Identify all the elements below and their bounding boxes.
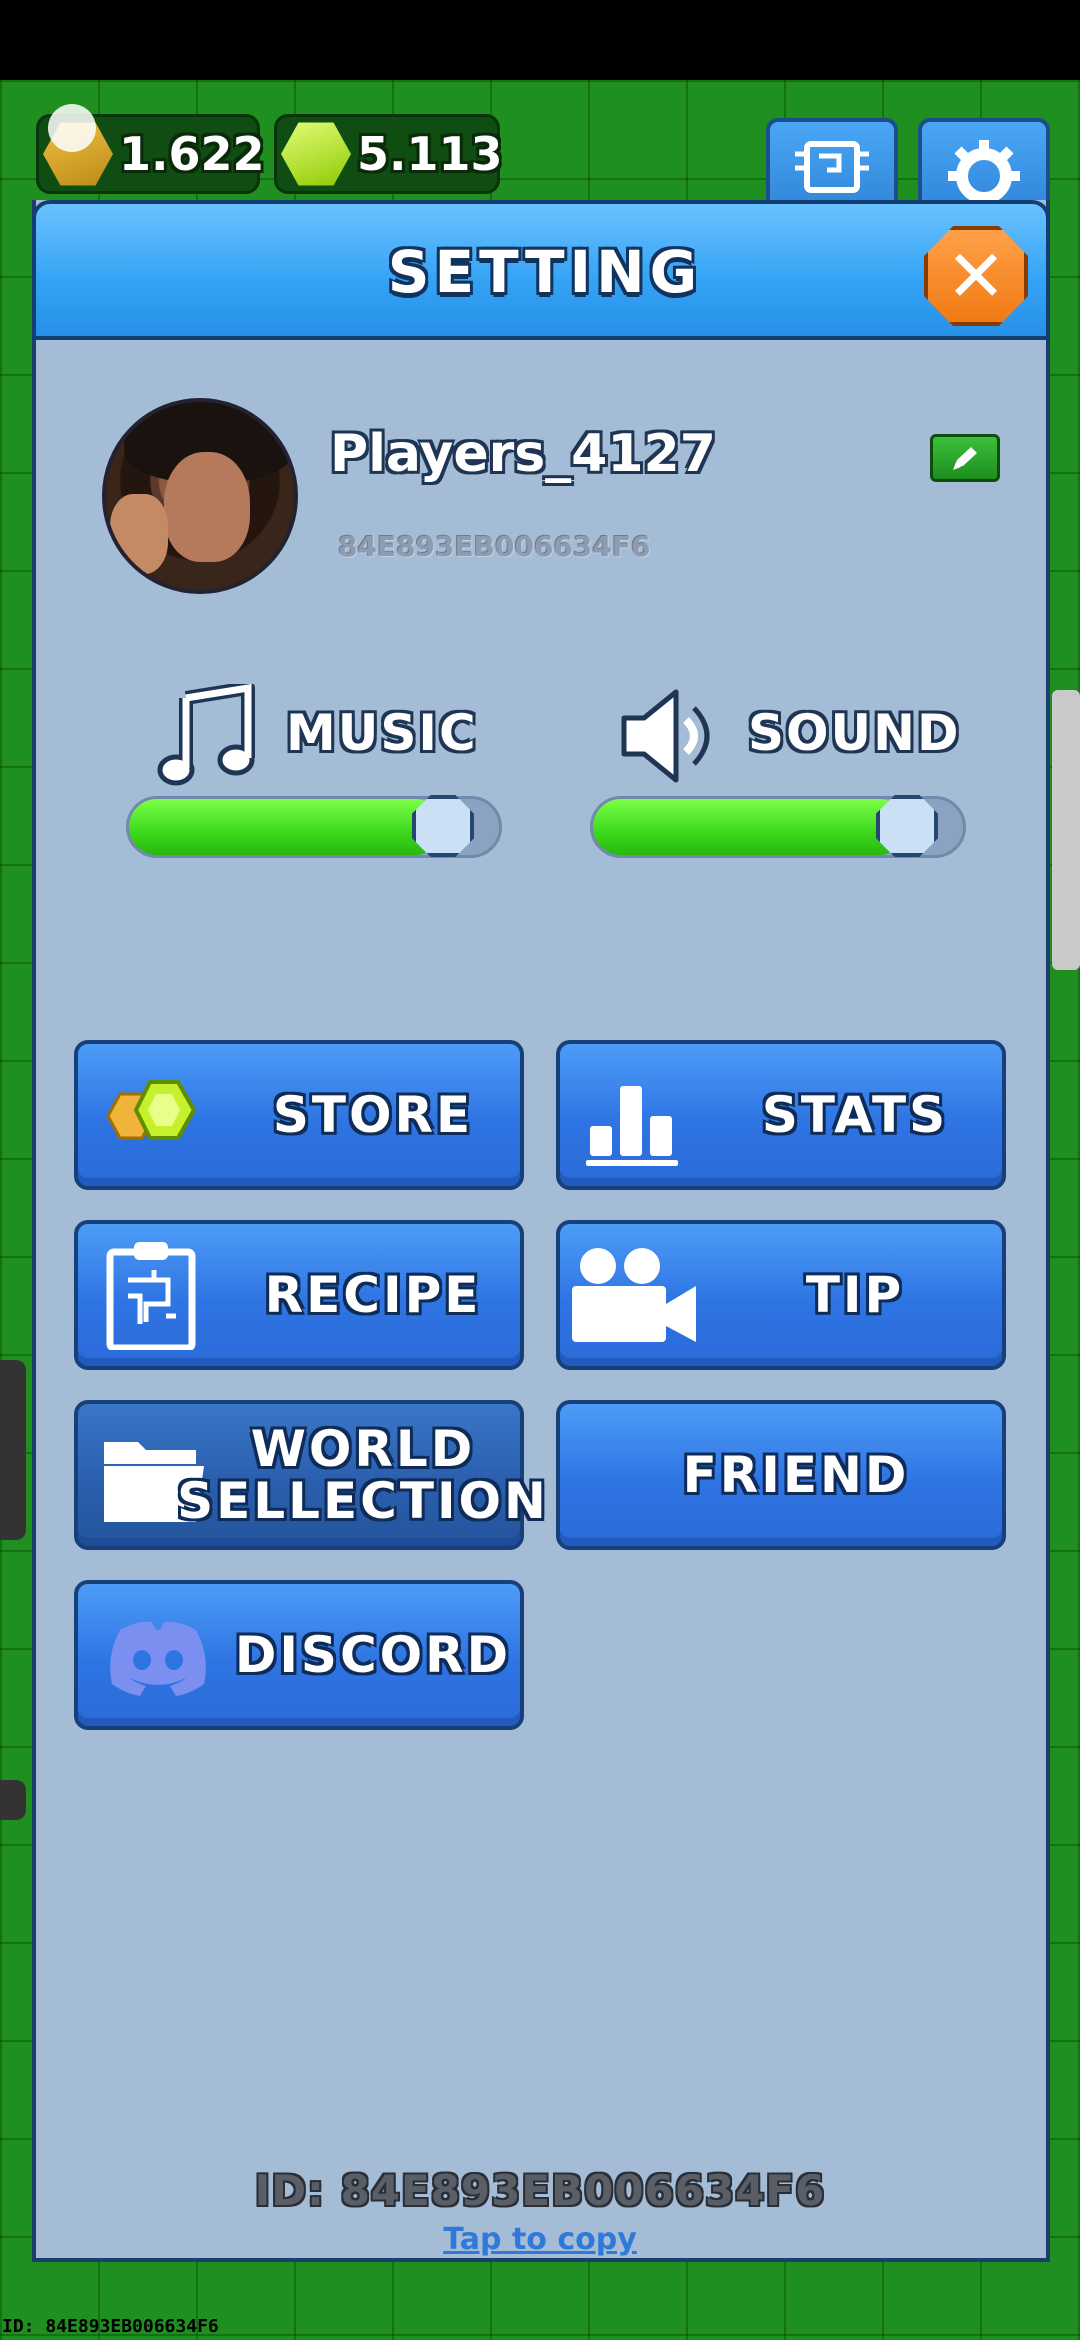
- store-label: STORE: [272, 1085, 474, 1144]
- stats-button[interactable]: STATS: [556, 1040, 1006, 1190]
- bar-chart-icon: [586, 1086, 678, 1166]
- avatar: [102, 398, 298, 594]
- sound-volume-slider[interactable]: [590, 795, 966, 858]
- background-object: [1052, 690, 1080, 970]
- player-id: 84E893EB006634F6: [338, 530, 651, 563]
- discord-label: DISCORD: [234, 1625, 512, 1684]
- music-slider-fill: [129, 799, 443, 855]
- avatar-hand: [110, 494, 168, 574]
- corner-id-label: ID: 84E893EB006634F6: [2, 2316, 219, 2337]
- circuit-icon: [795, 141, 869, 193]
- status-bar: [0, 0, 1080, 80]
- edit-name-button[interactable]: [930, 434, 1000, 482]
- dialog-title: SETTING: [387, 238, 703, 306]
- friend-button[interactable]: FRIEND: [556, 1400, 1006, 1550]
- friend-label: FRIEND: [682, 1445, 910, 1504]
- discord-button[interactable]: DISCORD: [74, 1580, 524, 1730]
- avatar-face: [164, 452, 250, 562]
- world-selection-button[interactable]: WORLD SELLECTION: [74, 1400, 546, 1550]
- footer-player-id: ID: 84E893EB006634F6: [254, 2166, 826, 2215]
- recipe-label: RECIPE: [264, 1265, 482, 1324]
- close-icon: ✕: [945, 234, 1007, 318]
- gear-icon: [948, 140, 1020, 204]
- background-object: [0, 1780, 26, 1820]
- stats-label: STATS: [761, 1085, 949, 1144]
- world-selection-line1: WORLD: [250, 1419, 476, 1478]
- gem-count: 5.113: [357, 127, 503, 181]
- music-volume-slider[interactable]: [126, 795, 502, 858]
- touch-indicator: [48, 104, 96, 152]
- clipboard-circuit-icon: [106, 1242, 196, 1350]
- discord-icon: [110, 1621, 206, 1696]
- background-object: [0, 1360, 26, 1540]
- tip-button[interactable]: TIP: [556, 1220, 1006, 1370]
- video-camera-icon: [572, 1248, 696, 1342]
- tip-label: TIP: [805, 1265, 905, 1324]
- coin-count: 1.622: [119, 127, 265, 181]
- recipe-button[interactable]: RECIPE: [74, 1220, 524, 1370]
- tap-to-copy-link[interactable]: Tap to copy: [0, 2222, 1080, 2257]
- store-button[interactable]: STORE: [74, 1040, 524, 1190]
- world-selection-line2: SELLECTION: [177, 1472, 549, 1530]
- dialog-header: SETTING: [32, 200, 1050, 340]
- world-selection-label: WORLD SELLECTION: [177, 1404, 546, 1546]
- music-label: MUSIC: [286, 704, 478, 762]
- store-gems-icon: [106, 1080, 197, 1140]
- music-note-icon: [157, 684, 255, 786]
- gem-balance: 5.113: [274, 114, 503, 194]
- speaker-icon: [621, 689, 710, 783]
- gem-icon: [281, 122, 351, 186]
- sound-label: SOUND: [748, 704, 961, 762]
- player-name: Players_4127: [330, 424, 716, 484]
- pencil-icon: [953, 447, 977, 470]
- close-button[interactable]: ✕: [924, 226, 1028, 326]
- sound-slider-fill: [593, 799, 907, 855]
